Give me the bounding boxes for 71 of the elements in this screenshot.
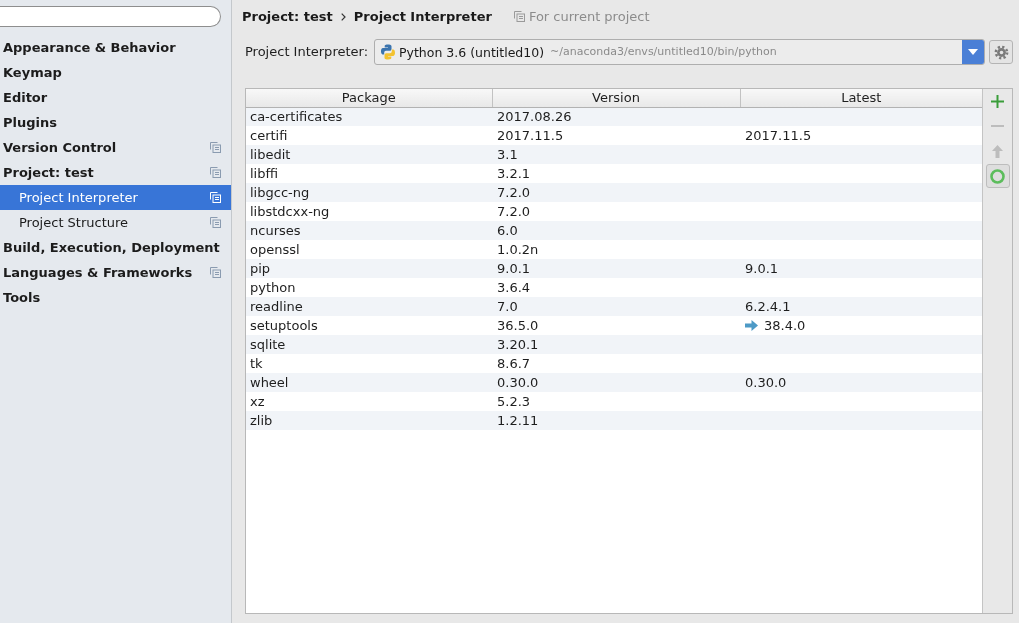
dropdown-button[interactable] [962,40,984,64]
table-cell: certifi [246,126,492,145]
sidebar-item[interactable]: Tools [0,285,231,310]
table-cell: xz [246,392,492,411]
settings-icon [993,44,1009,60]
settings-button[interactable] [989,40,1013,64]
table-cell: wheel [246,373,492,392]
copy-icon [513,11,525,22]
sidebar-item[interactable]: Appearance & Behavior [0,35,231,60]
sidebar-item[interactable]: Build, Execution, Deployment [0,235,231,260]
table-cell: 3.2.1 [492,164,740,183]
python-logo-icon [380,44,397,60]
table-cell: tk [246,354,492,373]
table-cell: 7.0 [492,297,740,316]
interpreter-dropdown[interactable]: Python 3.6 (untitled10) ~/anaconda3/envs/untitled10/bin/python [374,39,985,65]
table-cell: 38.4.0 [764,316,806,335]
table-cell: 9.0.1 [492,259,740,278]
interpreter-path: ~/anaconda3/envs/untitled10/bin/python [550,45,777,59]
table-cell: 1.2.11 [492,411,740,430]
sidebar-item[interactable]: Plugins [0,110,231,135]
table-cell: setuptools [246,316,492,335]
sidebar-item[interactable]: Languages & Frameworks [0,260,231,285]
table-cell: 9.0.1 [745,259,779,278]
table-cell: 2017.11.5 [492,126,740,145]
table-cell: python [246,278,492,297]
table-cell: 3.20.1 [492,335,740,354]
table-cell: 36.5.0 [492,316,740,335]
table-cell: 1.0.2n [492,240,740,259]
sidebar-item[interactable]: Editor [0,85,231,110]
table-cell: libstdcxx-ng [246,202,492,221]
table-cell: 5.2.3 [492,392,740,411]
table-cell: 0.30.0 [492,373,740,392]
column-header[interactable]: Latest [740,89,982,107]
minus-icon [991,125,1004,127]
scope-label: For current project [528,8,650,25]
table-cell: 2017.11.5 [745,126,812,145]
interpreter-name: Python 3.6 (untitled10) [399,44,545,60]
breadcrumb-item: Project Interpreter [353,8,492,25]
table-cell: libedit [246,145,492,164]
table-cell: 7.2.0 [492,183,740,202]
up-arrow-icon [992,144,1003,158]
table-cell: pip [246,259,492,278]
table-cell: zlib [246,411,492,430]
sidebar-item[interactable]: Version Control [0,135,231,160]
table-cell: libffi [246,164,492,183]
sidebar-item[interactable]: Keymap [0,60,231,85]
table-cell: 8.6.7 [492,354,740,373]
table-cell: 6.2.4.1 [745,297,791,316]
table-cell: openssl [246,240,492,259]
table-cell: 6.0 [492,221,740,240]
sidebar-item[interactable]: Project: test [0,160,231,185]
table-cell: readline [246,297,492,316]
ring-icon [990,168,1005,184]
table-cell: sqlite [246,335,492,354]
table-cell: 3.6.4 [492,278,740,297]
breadcrumb-item: Project: test [242,8,333,25]
table-cell: 3.1 [492,145,740,164]
refresh-button[interactable] [985,164,1010,188]
table-cell: ncurses [246,221,492,240]
search-field[interactable] [0,6,221,27]
table-cell: 7.2.0 [492,202,740,221]
caret-icon [968,49,978,55]
table-cell: libgcc-ng [246,183,492,202]
sidebar-item[interactable]: Project Structure [0,210,231,235]
chevron-icon [340,12,346,21]
column-header[interactable]: Package [246,89,492,107]
table-cell: 0.30.0 [745,373,787,392]
plus-icon [991,94,1004,108]
field-label: Project Interpreter: [245,44,369,60]
sidebar-item[interactable]: Project Interpreter [0,185,231,210]
column-header[interactable]: Version [492,89,740,107]
